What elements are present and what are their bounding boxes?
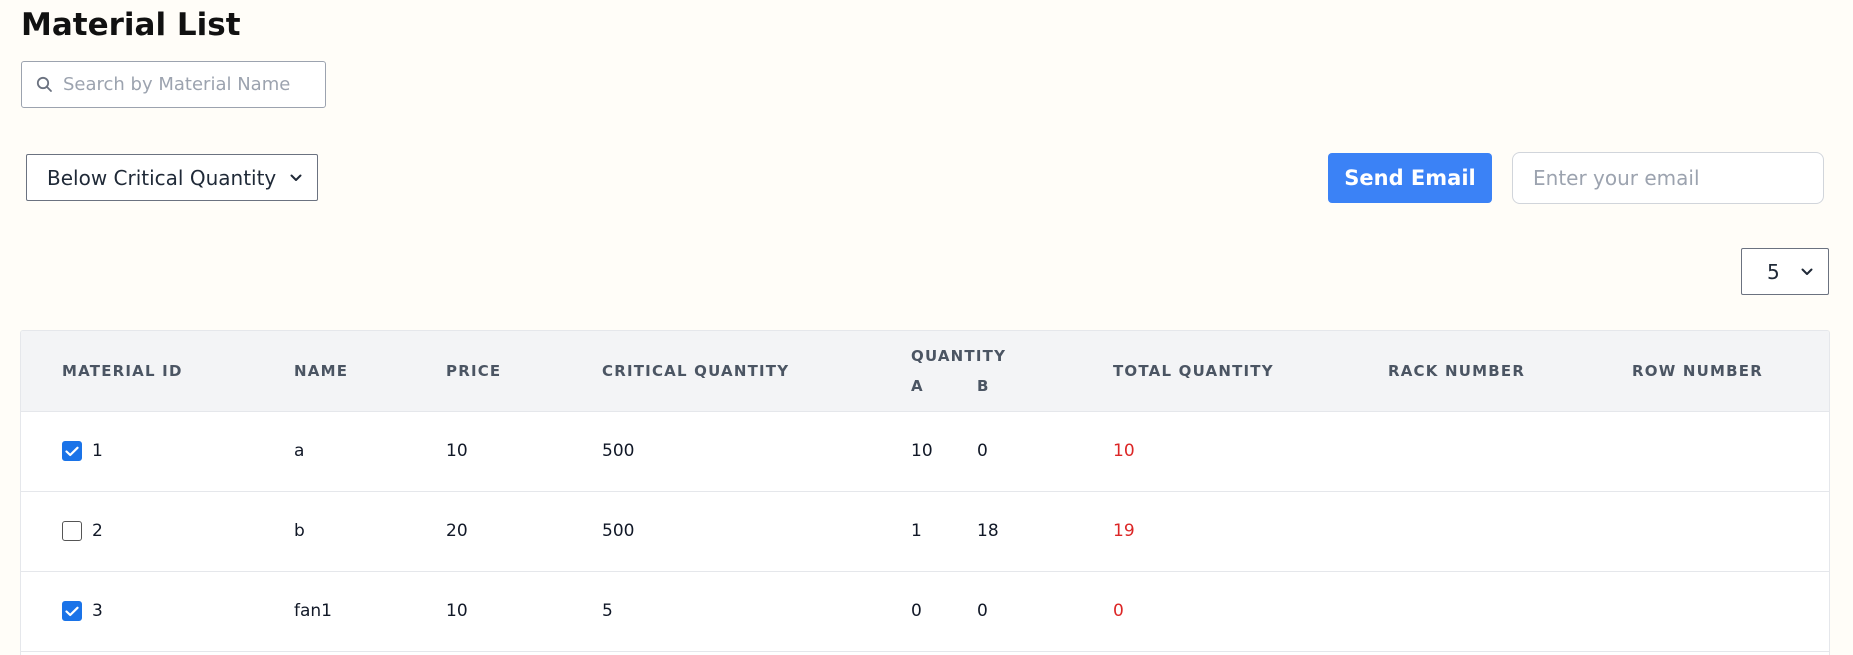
header-rack-number: RACK NUMBER xyxy=(1388,362,1526,380)
header-row-number: ROW NUMBER xyxy=(1632,362,1763,380)
row-checkbox[interactable] xyxy=(62,521,82,541)
table-row: 2 b 20 500 1 18 19 xyxy=(21,492,1829,572)
cell-material-id: 3 xyxy=(92,601,103,621)
chevron-down-icon xyxy=(1800,265,1814,279)
cell-quantity-b: 0 xyxy=(977,441,988,461)
email-input[interactable] xyxy=(1512,152,1824,204)
cell-price: 20 xyxy=(446,521,468,541)
cell-quantity-a: 1 xyxy=(911,521,922,541)
cell-total-quantity: 10 xyxy=(1113,441,1135,461)
table-header: MATERIAL ID NAME PRICE CRITICAL QUANTITY… xyxy=(21,331,1829,412)
cell-total-quantity: 19 xyxy=(1113,521,1135,541)
cell-price: 10 xyxy=(446,601,468,621)
cell-critical-quantity: 500 xyxy=(602,521,635,541)
check-icon xyxy=(65,606,79,616)
materials-table: MATERIAL ID NAME PRICE CRITICAL QUANTITY… xyxy=(20,330,1830,655)
header-quantity: QUANTITY xyxy=(911,347,1007,365)
send-email-button[interactable]: Send Email xyxy=(1328,153,1492,203)
header-quantity-b: B xyxy=(977,377,990,395)
cell-name: a xyxy=(294,441,305,461)
check-icon xyxy=(65,446,79,456)
header-name: NAME xyxy=(294,362,349,380)
header-price: PRICE xyxy=(446,362,502,380)
cell-name: b xyxy=(294,521,305,541)
row-checkbox[interactable] xyxy=(62,601,82,621)
cell-quantity-a: 10 xyxy=(911,441,933,461)
cell-price: 10 xyxy=(446,441,468,461)
page-size-select[interactable]: 5 xyxy=(1741,248,1829,295)
header-critical-quantity: CRITICAL QUANTITY xyxy=(602,362,790,380)
cell-quantity-a: 0 xyxy=(911,601,922,621)
cell-quantity-b: 0 xyxy=(977,601,988,621)
chevron-down-icon xyxy=(289,171,303,185)
cell-critical-quantity: 5 xyxy=(602,601,613,621)
cell-name: fan1 xyxy=(294,601,332,621)
filter-select[interactable]: Below Critical Quantity xyxy=(26,154,318,201)
cell-material-id: 1 xyxy=(92,441,103,461)
table-row: 3 fan1 10 5 0 0 0 xyxy=(21,572,1829,652)
cell-total-quantity: 0 xyxy=(1113,601,1124,621)
filter-select-value: Below Critical Quantity xyxy=(47,165,277,190)
cell-quantity-b: 18 xyxy=(977,521,999,541)
table-row: 1 a 10 500 10 0 10 xyxy=(21,412,1829,492)
search-icon xyxy=(33,74,55,96)
cell-critical-quantity: 500 xyxy=(602,441,635,461)
row-checkbox[interactable] xyxy=(62,441,82,461)
search-box[interactable] xyxy=(21,61,326,108)
search-input[interactable] xyxy=(63,74,313,95)
header-total-quantity: TOTAL QUANTITY xyxy=(1113,362,1274,380)
page-size-value: 5 xyxy=(1767,259,1780,284)
cell-material-id: 2 xyxy=(92,521,103,541)
page-title: Material List xyxy=(21,7,241,43)
header-quantity-a: A xyxy=(911,377,924,395)
header-material-id: MATERIAL ID xyxy=(62,362,183,380)
